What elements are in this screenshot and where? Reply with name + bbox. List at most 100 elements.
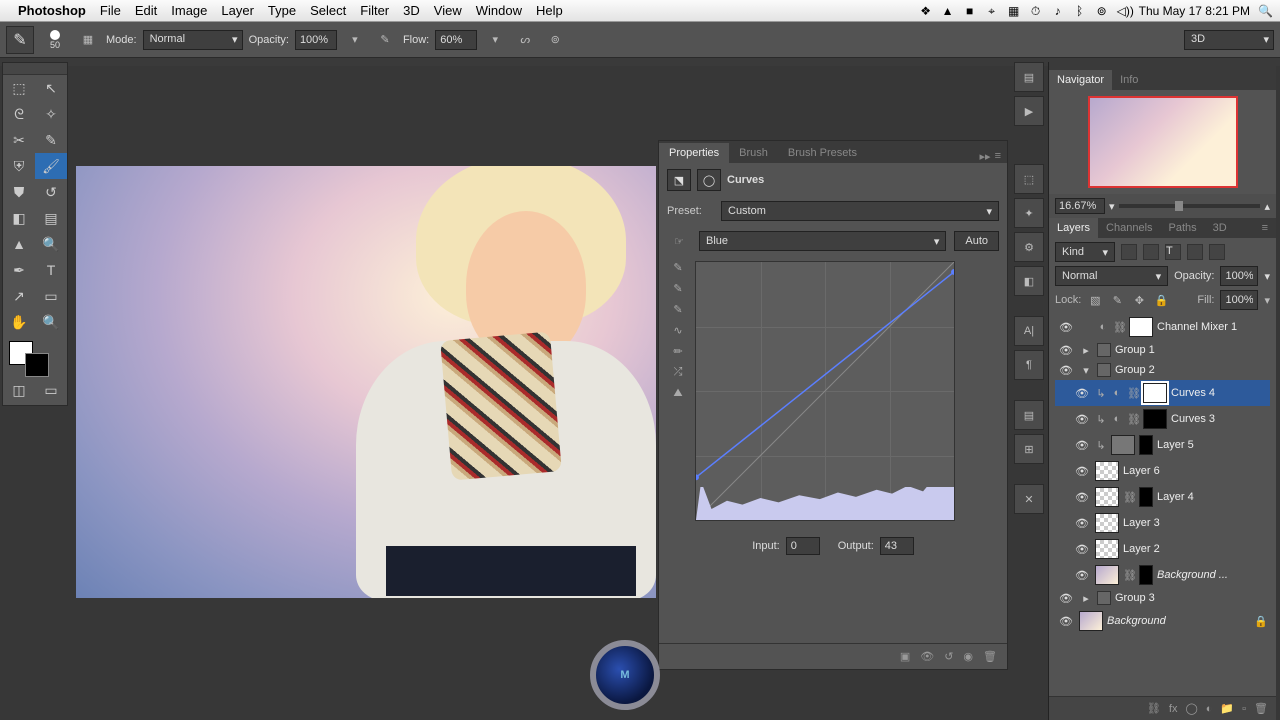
pencil-curve-icon[interactable]: ✏ <box>673 345 682 358</box>
gradient-tool[interactable]: ▤ <box>35 205 67 231</box>
background-color[interactable] <box>25 353 49 377</box>
menu-file[interactable]: File <box>100 3 121 18</box>
dock-icon[interactable]: ◧ <box>1014 266 1044 296</box>
dock-icon[interactable]: ▤ <box>1014 400 1044 430</box>
layer-row[interactable]: 👁 ◐ ⛓ Channel Mixer 1 <box>1055 314 1270 340</box>
layer-thumb[interactable] <box>1095 539 1119 559</box>
layer-row[interactable]: 👁 Layer 3 <box>1055 510 1270 536</box>
volume-icon[interactable]: ◁)) <box>1117 4 1131 18</box>
dock-icon[interactable]: ▤ <box>1014 62 1044 92</box>
group-collapse-icon[interactable]: ▸ <box>1079 592 1093 605</box>
clip-to-layer-icon[interactable]: ▣ <box>900 650 910 663</box>
layer-opacity-input[interactable] <box>1220 266 1258 286</box>
zoom-slider[interactable] <box>1119 204 1261 208</box>
tablet-opacity-icon[interactable]: ✎ <box>373 28 397 52</box>
dock-icon[interactable]: ⚙ <box>1014 232 1044 262</box>
dock-icon[interactable]: ▶ <box>1014 96 1044 126</box>
status-icon[interactable]: ▦ <box>1007 4 1021 18</box>
history-brush-tool[interactable]: ↺ <box>35 179 67 205</box>
eraser-tool[interactable]: ◧ <box>3 205 35 231</box>
dock-icon[interactable]: A| <box>1014 316 1044 346</box>
status-icon[interactable]: ■ <box>963 4 977 18</box>
path-select-tool[interactable]: ↗ <box>3 283 35 309</box>
gray-eyedropper-icon[interactable]: ✎ <box>673 282 682 295</box>
new-layer-icon[interactable]: ▫ <box>1242 703 1246 715</box>
visibility-eye-icon[interactable]: 👁 <box>1057 615 1075 628</box>
menu-type[interactable]: Type <box>268 3 296 18</box>
crop-tool[interactable]: ✂ <box>3 127 35 153</box>
panel-menu-icon[interactable]: ≡ <box>1254 218 1276 238</box>
dock-icon[interactable]: ⊞ <box>1014 434 1044 464</box>
filter-type-icon[interactable]: T <box>1165 244 1181 260</box>
visibility-eye-icon[interactable]: 👁 <box>1073 517 1091 530</box>
layer-row[interactable]: 👁 ▸ Group 3 <box>1055 588 1270 608</box>
mask-thumb[interactable] <box>1139 565 1153 585</box>
eyedropper-tool[interactable]: ✎ <box>35 127 67 153</box>
move-tool[interactable]: ⬚ <box>3 75 35 101</box>
lock-all-icon[interactable]: 🔒 <box>1153 294 1169 307</box>
menu-edit[interactable]: Edit <box>135 3 157 18</box>
visibility-eye-icon[interactable]: 👁 <box>1073 569 1091 582</box>
black-eyedropper-icon[interactable]: ✎ <box>673 261 682 274</box>
targeted-adjust-icon[interactable]: ☞ <box>667 229 691 253</box>
filter-kind-select[interactable]: Kind <box>1055 242 1115 262</box>
color-swatches[interactable] <box>3 339 67 379</box>
smooth-icon[interactable]: ⤮ <box>674 366 683 379</box>
mask-thumb[interactable] <box>1143 409 1167 429</box>
zoom-tool[interactable]: 🔍 <box>35 309 67 335</box>
fx-icon[interactable]: fx <box>1169 703 1178 715</box>
menu-image[interactable]: Image <box>171 3 207 18</box>
marquee-tool[interactable]: ↖ <box>35 75 67 101</box>
menu-window[interactable]: Window <box>476 3 522 18</box>
white-eyedropper-icon[interactable]: ✎ <box>673 303 682 316</box>
layer-row[interactable]: 👁 ▸ Group 1 <box>1055 340 1270 360</box>
group-add-icon[interactable]: 📁 <box>1220 702 1234 715</box>
type-tool[interactable]: T <box>35 257 67 283</box>
lasso-tool[interactable]: ᘓ <box>3 101 35 127</box>
workspace-select[interactable]: 3D <box>1184 30 1274 50</box>
layer-thumb[interactable] <box>1095 513 1119 533</box>
mask-thumb[interactable] <box>1139 487 1153 507</box>
layer-thumb[interactable] <box>1095 487 1119 507</box>
mask-thumb[interactable] <box>1129 317 1153 337</box>
dodge-tool[interactable]: 🔍 <box>35 231 67 257</box>
magic-wand-tool[interactable]: ✧ <box>35 101 67 127</box>
status-icon[interactable]: ⏱ <box>1029 4 1043 18</box>
layer-row[interactable]: 👁 ↳ ◐ ⛓ Curves 3 <box>1055 406 1270 432</box>
layer-row[interactable]: 👁 Background 🔒 <box>1055 608 1270 634</box>
menu-3d[interactable]: 3D <box>403 3 420 18</box>
menubar-clock[interactable]: Thu May 17 8:21 PM <box>1139 4 1250 18</box>
curve-input-field[interactable] <box>786 537 820 555</box>
visibility-eye-icon[interactable]: 👁 <box>1073 543 1091 556</box>
hand-tool[interactable]: ✋ <box>3 309 35 335</box>
tab-paths[interactable]: Paths <box>1161 218 1205 238</box>
brush-preview[interactable]: 50 <box>40 25 70 55</box>
opacity-flyout-icon[interactable]: ▾ <box>1264 270 1270 283</box>
status-icon[interactable]: ⌖ <box>985 4 999 18</box>
layer-thumb[interactable] <box>1095 565 1119 585</box>
visibility-eye-icon[interactable]: 👁 <box>1057 592 1075 605</box>
visibility-eye-icon[interactable]: 👁 <box>1073 439 1091 452</box>
adjustment-add-icon[interactable]: ◐ <box>1206 703 1213 715</box>
lock-transparent-icon[interactable]: ▧ <box>1087 294 1103 307</box>
menu-filter[interactable]: Filter <box>360 3 389 18</box>
visibility-eye-icon[interactable]: 👁 <box>1057 364 1075 377</box>
layer-row[interactable]: 👁 Layer 2 <box>1055 536 1270 562</box>
quickmask-icon[interactable]: ◫ <box>12 381 25 399</box>
flow-flyout-icon[interactable]: ▾ <box>483 28 507 52</box>
group-collapse-icon[interactable]: ▸ <box>1079 344 1093 357</box>
opacity-input[interactable] <box>295 30 337 50</box>
spotlight-icon[interactable]: 🔍 <box>1258 4 1272 18</box>
healing-tool[interactable]: ⛨ <box>3 153 35 179</box>
dock-icon[interactable]: ✦ <box>1014 198 1044 228</box>
visibility-eye-icon[interactable]: 👁 <box>1073 413 1091 426</box>
curves-graph[interactable] <box>695 261 955 521</box>
mask-icon[interactable]: ◯ <box>697 169 721 191</box>
zoom-out-icon[interactable]: ▾ <box>1109 200 1115 213</box>
layer-row[interactable]: 👁 ↳ Layer 5 <box>1055 432 1270 458</box>
fill-flyout-icon[interactable]: ▾ <box>1264 294 1270 307</box>
visibility-eye-icon[interactable]: 👁 <box>1073 387 1091 400</box>
fill-input[interactable] <box>1220 290 1258 310</box>
tab-channels[interactable]: Channels <box>1098 218 1160 238</box>
pen-tool[interactable]: ✒ <box>3 257 35 283</box>
